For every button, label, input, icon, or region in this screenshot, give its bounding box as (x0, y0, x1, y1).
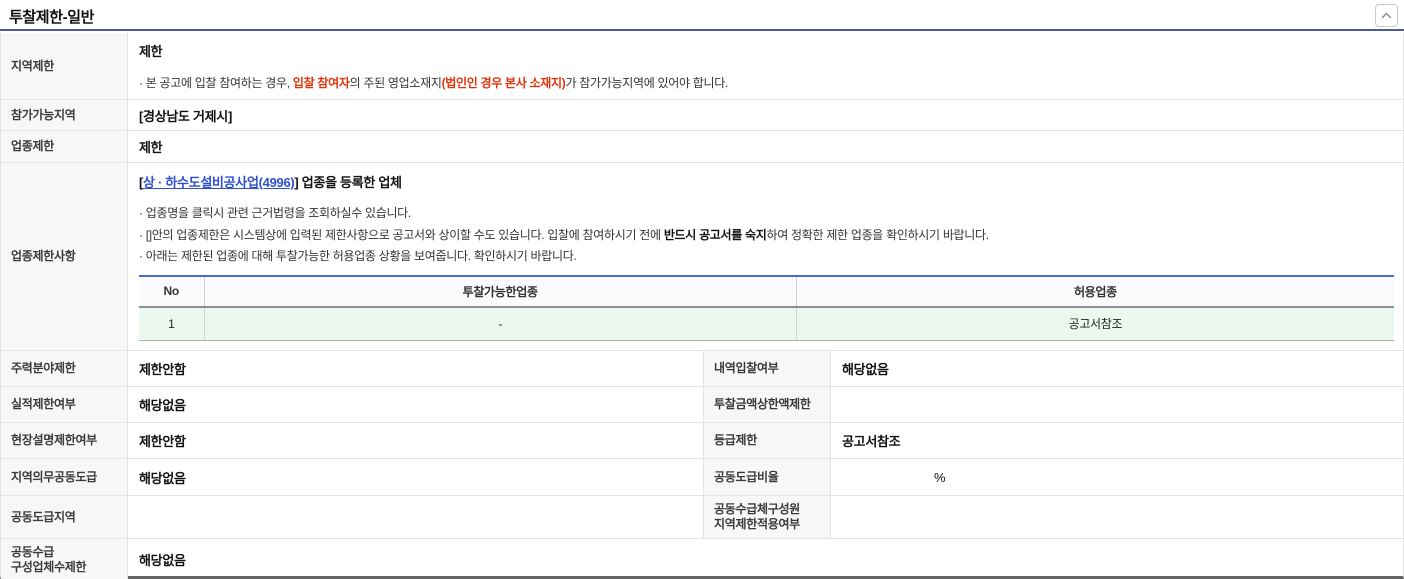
field-label: 내역입찰여부 (703, 351, 831, 386)
eligible-area-value: [경상남도 거제시] (139, 108, 232, 124)
restriction-table: 지역제한 제한 · 본 공고에 입찰 참여하는 경우, 입찰 참여자의 주된 영… (0, 33, 1404, 579)
allowed-industry-table: No 투찰가능한업종 허용업종 1 - 공고서참조 (139, 274, 1394, 341)
chevron-up-icon (1381, 12, 1392, 19)
table-row-pair: 지역의무공동도급 해당없음 공동도급비율 % (1, 459, 1403, 496)
table-header-row: No 투찰가능한업종 허용업종 (139, 275, 1394, 308)
field-label: 현장설명제한여부 (1, 423, 128, 458)
bullet-text: · 업종명을 클릭시 관련 근거법령을 조회하실수 있습니다. (139, 206, 411, 220)
section-titlebar: 투찰제한-일반 (0, 0, 1404, 31)
field-label: 공동도급비율 (703, 459, 831, 495)
bid-restriction-panel: 투찰제한-일반 지역제한 제한 · 본 공고에 입찰 참여하는 경우, 입찰 참… (0, 0, 1404, 579)
region-restriction-note: · 본 공고에 입찰 참여하는 경우, 입찰 참여자의 주된 영업소재지(법인인… (139, 74, 1395, 91)
registered-suffix: 업종을 등록한 업체 (298, 175, 402, 190)
field-label: 참가가능지역 (1, 100, 128, 130)
field-value (128, 496, 703, 538)
field-label: 업종제한사항 (1, 163, 128, 350)
field-value (831, 387, 1403, 422)
field-value: 제한안함 (139, 434, 186, 449)
field-label: 업종제한 (1, 131, 128, 162)
field-value: 공고서참조 (842, 434, 901, 449)
field-label: 실적제한여부 (1, 387, 128, 422)
column-header-allowed: 허용업종 (796, 275, 1394, 308)
registered-industry-line: [상 · 하수도설비공사업(4996)] 업종을 등록한 업체 (139, 172, 1394, 191)
cell-no: 1 (139, 306, 205, 341)
field-label: 투찰금액상한액제한 (703, 387, 831, 422)
field-value: 해당없음 (842, 362, 889, 377)
field-label: 공동수급 구성업체수제한 (1, 539, 128, 579)
column-header-no: No (139, 275, 205, 308)
industry-detail-cell: [상 · 하수도설비공사업(4996)] 업종을 등록한 업체 · 업종명을 클… (128, 163, 1403, 350)
cell-allowed: 공고서참조 (796, 306, 1394, 341)
table-row-eligible-area: 참가가능지역 [경상남도 거제시] (1, 100, 1403, 131)
joint-supply-ratio-value: % (934, 469, 946, 485)
table-row: 1 - 공고서참조 (139, 306, 1394, 341)
table-row-pair: 공동도급지역 공동수급체구성원 지역제한적용여부 (1, 496, 1403, 539)
table-row-region-restriction: 지역제한 제한 · 본 공고에 입찰 참여하는 경우, 입찰 참여자의 주된 영… (1, 33, 1403, 100)
industry-bullet: · 아래는 제한된 업종에 대해 투찰가능한 허용업종 상황을 보여줍니다. 확… (139, 246, 1394, 268)
table-row-pair: 주력분야제한 제한안함 내역입찰여부 해당없음 (1, 351, 1403, 387)
field-value: 해당없음 (139, 553, 186, 568)
field-value: 해당없음 (139, 398, 186, 413)
column-header-biddable: 투찰가능한업종 (204, 275, 797, 308)
bullet-text: · []안의 업종제한은 시스템상에 입력된 제한사항으로 공고서와 상이할 수… (139, 227, 664, 242)
table-row-industry-detail: 업종제한사항 [상 · 하수도설비공사업(4996)] 업종을 등록한 업체 ·… (1, 163, 1403, 351)
page-title: 투찰제한-일반 (9, 8, 94, 26)
region-restriction-value: 제한 (139, 44, 163, 59)
bullet-bold: 반드시 공고서를 숙지 (663, 227, 767, 242)
field-label: 공동수급체구성원 지역제한적용여부 (703, 496, 831, 538)
table-row-industry-restriction: 업종제한 제한 (1, 131, 1403, 163)
note-emphasis: 입찰 참여자 (292, 76, 350, 90)
note-text: 의 주된 영업소재지 (349, 76, 442, 90)
field-label: 공동도급지역 (1, 496, 128, 538)
bullet-text: · 아래는 제한된 업종에 대해 투찰가능한 허용업종 상황을 보여줍니다. 확… (139, 249, 577, 263)
industry-bullet: · []안의 업종제한은 시스템상에 입력된 제한사항으로 공고서와 상이할 수… (139, 225, 1394, 247)
field-value: 해당없음 (139, 470, 186, 486)
industry-restriction-value: 제한 (139, 140, 163, 155)
note-text: · 본 공고에 입찰 참여하는 경우, (139, 76, 293, 90)
field-value (831, 496, 1403, 538)
collapse-button[interactable] (1375, 4, 1398, 27)
field-value: 제한 · 본 공고에 입찰 참여하는 경우, 입찰 참여자의 주된 영업소재지(… (128, 33, 1403, 99)
industry-code-link[interactable]: 상 · 하수도설비공사업(4996) (143, 175, 295, 190)
table-row-pair: 실적제한여부 해당없음 투찰금액상한액제한 (1, 387, 1403, 423)
field-label: 등급제한 (703, 423, 831, 458)
field-label: 지역제한 (1, 33, 128, 99)
table-row-member-count-limit: 공동수급 구성업체수제한 해당없음 (1, 539, 1403, 579)
bullet-text: 하여 정확한 제한 업종을 확인하시기 바랍니다. (766, 227, 990, 242)
cell-biddable: - (204, 306, 797, 341)
industry-bullet: · 업종명을 클릭시 관련 근거법령을 조회하실수 있습니다. (139, 203, 1394, 225)
field-label: 주력분야제한 (1, 351, 128, 386)
table-row-pair: 현장설명제한여부 제한안함 등급제한 공고서참조 (1, 423, 1403, 459)
field-label: 지역의무공동도급 (1, 459, 128, 495)
note-emphasis: (법인인 경우 본사 소재지) (441, 76, 566, 90)
note-text: 가 참가가능지역에 있어야 합니다. (565, 76, 728, 90)
field-value: 제한안함 (139, 362, 186, 377)
